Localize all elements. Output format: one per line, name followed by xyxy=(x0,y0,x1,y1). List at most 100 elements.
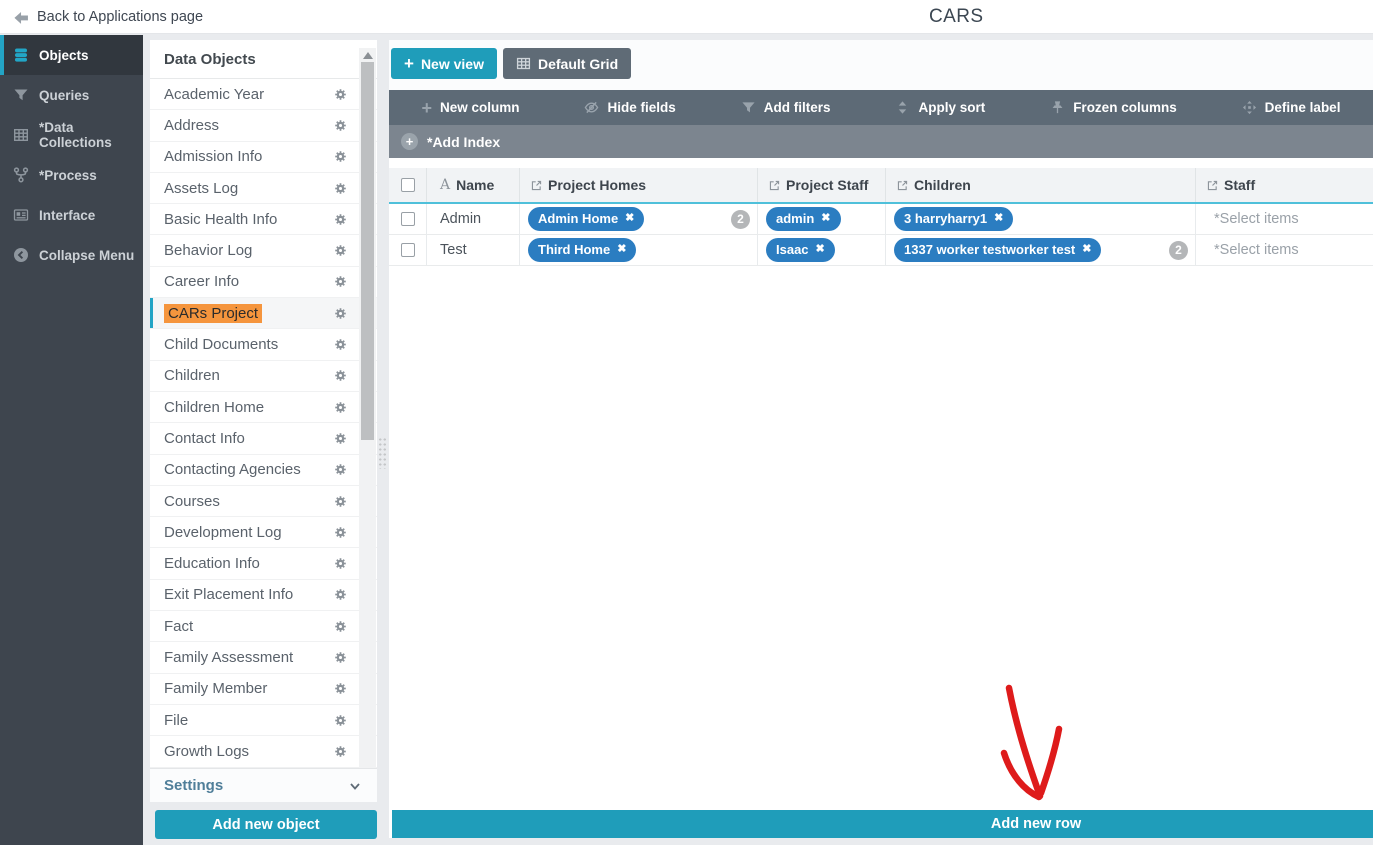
object-item-address[interactable]: Address xyxy=(150,110,377,141)
object-item-contacting-agencies[interactable]: Contacting Agencies xyxy=(150,455,377,486)
staff-cell: *Select items xyxy=(1196,204,1373,234)
toolbar-frozen-columns[interactable]: Frozen columns xyxy=(1050,100,1177,115)
add-new-object-button[interactable]: Add new object xyxy=(155,810,377,839)
object-item-career-info[interactable]: Career Info xyxy=(150,267,377,298)
column-header-staff[interactable]: Staff xyxy=(1196,168,1373,202)
object-item-label: Contact Info xyxy=(164,430,245,447)
gear-icon[interactable] xyxy=(334,182,347,195)
object-item-family-member[interactable]: Family Member xyxy=(150,674,377,705)
sidebar-item-interface[interactable]: Interface xyxy=(0,195,143,235)
gear-icon[interactable] xyxy=(334,682,347,695)
object-item-academic-year[interactable]: Academic Year xyxy=(150,79,377,110)
gear-icon[interactable] xyxy=(334,714,347,727)
external-link-icon xyxy=(1206,179,1219,192)
remove-tag-icon[interactable]: ✖ xyxy=(1082,244,1091,255)
object-item-cars-project[interactable]: CARs Project xyxy=(150,298,377,329)
select-all-checkbox[interactable] xyxy=(401,178,415,192)
column-header-project-staff[interactable]: Project Staff xyxy=(758,168,886,202)
remove-tag-icon[interactable]: ✖ xyxy=(625,213,634,224)
column-header-project-homes[interactable]: Project Homes xyxy=(520,168,758,202)
default-grid-view-button[interactable]: Default Grid xyxy=(503,48,631,79)
data-grid: ANameProject HomesProject Staff Children S… xyxy=(389,168,1373,266)
object-item-child-documents[interactable]: Child Documents xyxy=(150,329,377,360)
gear-icon[interactable] xyxy=(334,244,347,257)
row-checkbox[interactable] xyxy=(401,212,415,226)
sidebar-item-objects[interactable]: Objects xyxy=(0,35,143,75)
toolbar-apply-sort[interactable]: Apply sort xyxy=(895,100,985,115)
object-item-family-assessment[interactable]: Family Assessment xyxy=(150,642,377,673)
gear-icon[interactable] xyxy=(334,275,347,288)
gear-icon[interactable] xyxy=(334,651,347,664)
object-item-growth-logs[interactable]: Growth Logs xyxy=(150,736,377,767)
staff-select-placeholder[interactable]: *Select items xyxy=(1196,242,1299,258)
remove-tag-icon[interactable]: ✖ xyxy=(617,244,626,255)
column-header-label: Children xyxy=(914,177,971,193)
children-cell: 1337 worker testworker test✖2 xyxy=(886,235,1196,265)
sidebar-item-collapse-menu[interactable]: Collapse Menu xyxy=(0,235,143,275)
gear-icon[interactable] xyxy=(334,88,347,101)
views-bar: + New view Default Grid xyxy=(389,40,1373,90)
funnel-icon xyxy=(741,100,756,115)
gear-icon[interactable] xyxy=(334,119,347,132)
remove-tag-icon[interactable]: ✖ xyxy=(816,244,825,255)
gear-icon[interactable] xyxy=(334,495,347,508)
name-cell[interactable]: Admin xyxy=(427,204,520,234)
panel-resize-handle[interactable] xyxy=(378,437,387,469)
scrollbar-thumb[interactable] xyxy=(361,62,374,440)
column-header-name[interactable]: AName xyxy=(427,168,520,202)
back-link[interactable]: Back to Applications page xyxy=(12,0,203,34)
sidebar-item-queries[interactable]: Queries xyxy=(0,75,143,115)
gear-icon[interactable] xyxy=(334,588,347,601)
add-index-bar[interactable]: + *Add Index xyxy=(389,125,1373,158)
toolbar-define-label[interactable]: Define label xyxy=(1242,100,1341,115)
gear-icon[interactable] xyxy=(334,463,347,476)
object-item-courses[interactable]: Courses xyxy=(150,486,377,517)
toolbar-new-column[interactable]: +New column xyxy=(421,99,519,117)
gear-icon[interactable] xyxy=(334,307,347,320)
gear-icon[interactable] xyxy=(334,620,347,633)
external-link-icon xyxy=(530,179,543,192)
new-view-button[interactable]: + New view xyxy=(391,48,497,79)
sidebar-item-data-collections[interactable]: *Data Collections xyxy=(0,115,143,155)
object-item-education-info[interactable]: Education Info xyxy=(150,548,377,579)
object-item-contact-info[interactable]: Contact Info xyxy=(150,423,377,454)
object-item-fact[interactable]: Fact xyxy=(150,611,377,642)
object-item-label: Behavior Log xyxy=(164,242,252,259)
grid-toolbar: +New column Hide fields Add filters Apply s… xyxy=(389,90,1373,125)
gear-icon[interactable] xyxy=(334,745,347,758)
gear-icon[interactable] xyxy=(334,369,347,382)
objects-scrollbar[interactable] xyxy=(359,48,376,802)
new-view-label: New view xyxy=(421,56,484,72)
scroll-up-icon[interactable] xyxy=(363,52,373,59)
toolbar-add-filters[interactable]: Add filters xyxy=(741,100,831,115)
add-new-row-button[interactable]: Add new row xyxy=(392,810,1373,838)
toolbar-hide-fields[interactable]: Hide fields xyxy=(584,100,675,115)
gear-icon[interactable] xyxy=(334,432,347,445)
row-checkbox[interactable] xyxy=(401,243,415,257)
object-item-exit-placement-info[interactable]: Exit Placement Info xyxy=(150,580,377,611)
object-item-basic-health-info[interactable]: Basic Health Info xyxy=(150,204,377,235)
name-cell[interactable]: Test xyxy=(427,235,520,265)
gear-icon[interactable] xyxy=(334,338,347,351)
object-item-children[interactable]: Children xyxy=(150,361,377,392)
remove-tag-icon[interactable]: ✖ xyxy=(994,213,1003,224)
column-header-children[interactable]: Children xyxy=(886,168,1196,202)
children-cell: 3 harryharry1✖ xyxy=(886,204,1196,234)
gear-icon[interactable] xyxy=(334,526,347,539)
sidebar-item-process[interactable]: *Process xyxy=(0,155,143,195)
object-item-children-home[interactable]: Children Home xyxy=(150,392,377,423)
object-item-admission-info[interactable]: Admission Info xyxy=(150,142,377,173)
settings-row[interactable]: Settings xyxy=(150,768,377,802)
object-item-assets-log[interactable]: Assets Log xyxy=(150,173,377,204)
grid-icon xyxy=(516,56,531,71)
remove-tag-icon[interactable]: ✖ xyxy=(821,213,830,224)
plus-icon: + xyxy=(421,99,432,117)
staff-select-placeholder[interactable]: *Select items xyxy=(1196,211,1299,227)
gear-icon[interactable] xyxy=(334,557,347,570)
object-item-development-log[interactable]: Development Log xyxy=(150,517,377,548)
object-item-file[interactable]: File xyxy=(150,705,377,736)
object-item-behavior-log[interactable]: Behavior Log xyxy=(150,235,377,266)
gear-icon[interactable] xyxy=(334,401,347,414)
gear-icon[interactable] xyxy=(334,213,347,226)
gear-icon[interactable] xyxy=(334,150,347,163)
